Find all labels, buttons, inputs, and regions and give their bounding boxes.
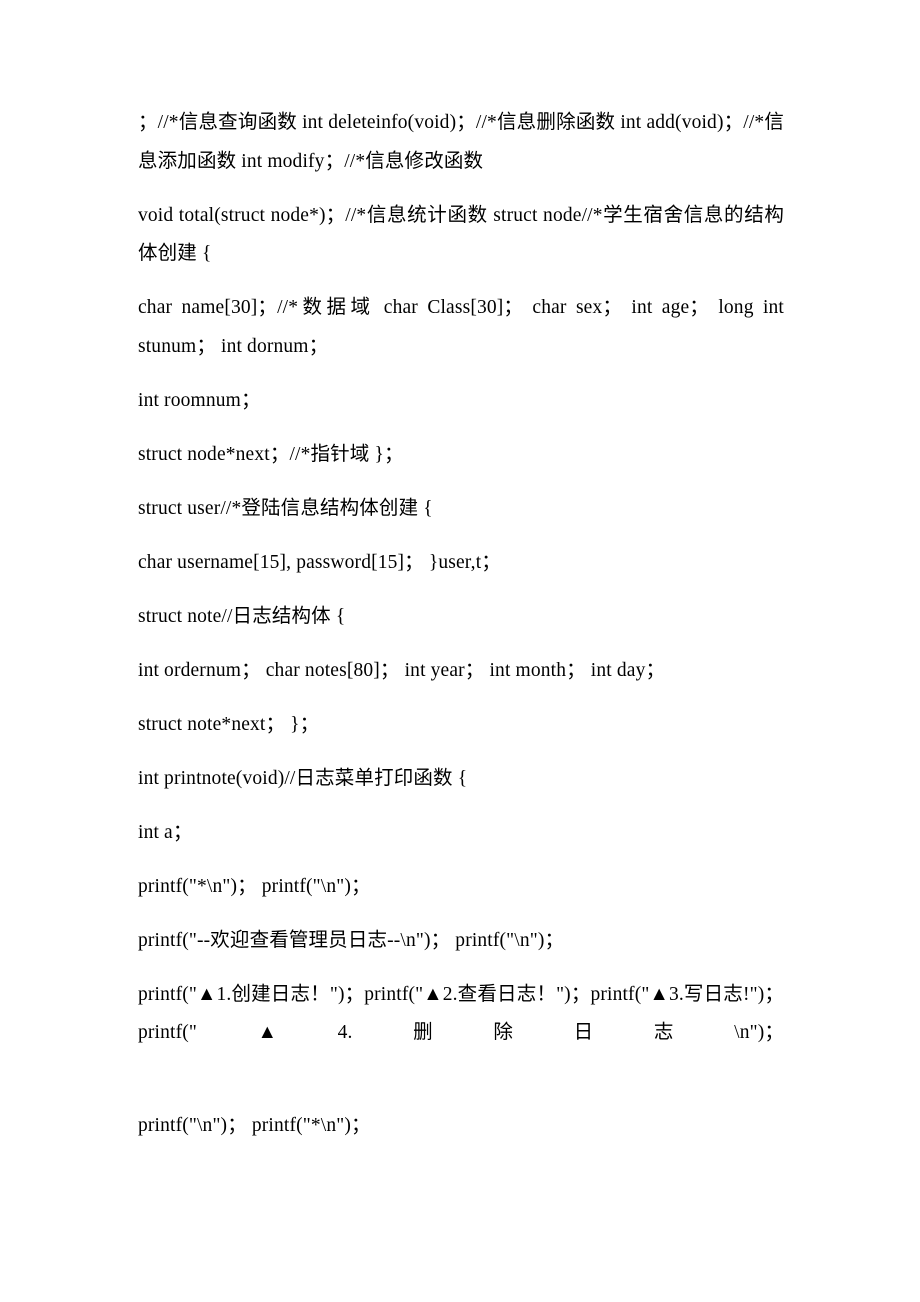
code-paragraph-printf-newline-star: printf("\n")； printf("*\n")； xyxy=(138,1114,371,1136)
code-paragraph-total-and-struct-node: void total(struct node*)；//*信息统计函数 struc… xyxy=(138,204,784,265)
code-paragraph-int-a: int a； xyxy=(138,821,193,843)
document-page: ；//*信息查询函数 int deleteinfo(void)；//*信息删除函… xyxy=(0,0,920,1302)
code-paragraph-user-fields: char username[15], password[15]； }user,t… xyxy=(138,551,501,573)
code-paragraph-struct-note: struct note//日志结构体 { xyxy=(138,605,346,627)
code-paragraph-node-next: struct node*next；//*指针域 }； xyxy=(138,443,404,465)
code-paragraph-roomnum: int roomnum； xyxy=(138,389,261,411)
code-paragraph-printnote-signature: int printnote(void)//日志菜单打印函数 { xyxy=(138,767,468,789)
code-paragraph-note-next: struct note*next； }； xyxy=(138,713,320,735)
code-paragraph-printf-menu-items: printf("▲1.创建日志！")；printf("▲2.查看日志！")；pr… xyxy=(138,983,784,1044)
code-paragraph-printf-welcome: printf("--欢迎查看管理员日志--\n")； printf("\n")； xyxy=(138,929,565,951)
code-paragraph-note-fields: int ordernum； char notes[80]； int year； … xyxy=(138,659,666,681)
code-paragraph-struct-user: struct user//*登陆信息结构体创建 { xyxy=(138,497,433,519)
code-paragraph-function-declarations: ；//*信息查询函数 int deleteinfo(void)；//*信息删除函… xyxy=(138,112,784,172)
code-paragraph-node-fields-1: char name[30]；//*数据域 char Class[30]； cha… xyxy=(138,297,790,357)
document-text-body: ；//*信息查询函数 int deleteinfo(void)；//*信息删除函… xyxy=(138,104,784,1145)
code-paragraph-printf-star-newline: printf("*\n")； printf("\n")； xyxy=(138,875,371,897)
